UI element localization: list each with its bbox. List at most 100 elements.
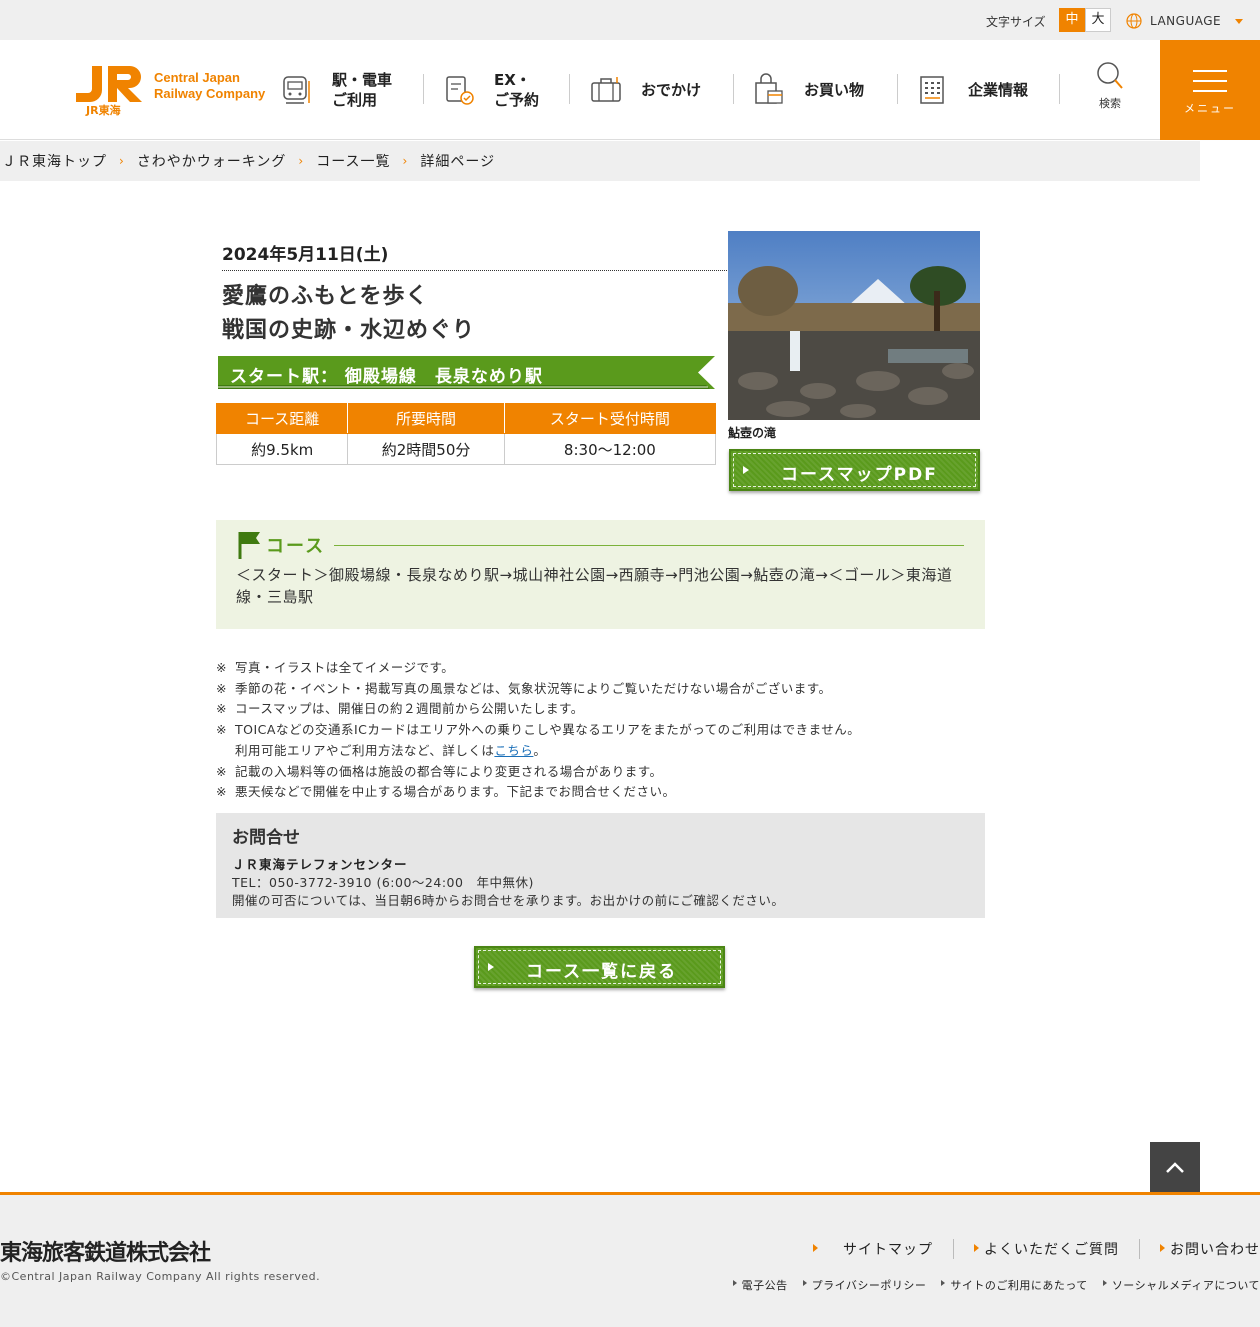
nav-divider: [897, 74, 898, 104]
utility-bar: 文字サイズ 中 大 LANGUAGE: [0, 0, 1260, 40]
font-size-medium-button[interactable]: 中: [1059, 8, 1085, 32]
divider: [334, 545, 964, 546]
footer-link-label: お問い合わせ: [1170, 1242, 1260, 1258]
note-text: 季節の花・イベント・掲載写真の風景などは、気象状況等によりご覧いただけない場合が…: [235, 680, 832, 696]
nav-label: ご利用: [332, 91, 378, 109]
breadcrumb-item-top[interactable]: ＪＲ東海トップ: [2, 151, 107, 171]
chevron-right-icon: ›: [119, 154, 125, 168]
notes-list: ※ 写真・イラストは全てイメージです。 ※ 季節の花・イベント・掲載写真の風景などは…: [216, 658, 860, 803]
search-button[interactable]: 検索: [1082, 60, 1138, 111]
back-to-course-list-button[interactable]: コース一覧に戻る: [474, 946, 725, 988]
note-item: ※ 季節の花・イベント・掲載写真の風景などは、気象状況等によりご覧いただけない場合…: [216, 679, 860, 700]
start-station-text: スタート駅： 御殿場線 長泉なめり駅: [230, 367, 543, 387]
note-mark: ※: [216, 722, 227, 738]
nav-station-train[interactable]: 駅・電車 ご利用: [280, 40, 392, 140]
footer-link-social-media[interactable]: ソーシャルメディアについて: [1102, 1277, 1260, 1293]
globe-icon: [1126, 13, 1142, 29]
start-station-band: スタート駅： 御殿場線 長泉なめり駅: [218, 356, 715, 389]
suitcase-icon: [591, 77, 621, 102]
nav-label: 企業情報: [968, 81, 1029, 99]
logo-text-line1: Central Japan: [154, 70, 240, 85]
site-footer: 東海旅客鉄道株式会社 ©Central Japan Railway Compan…: [0, 1192, 1260, 1327]
ticket-check-icon: [446, 76, 474, 105]
footer-link-contact[interactable]: お問い合わせ: [1139, 1239, 1260, 1259]
shopping-bag-icon: [755, 73, 783, 104]
jr-logo-mark: JR東海: [76, 66, 142, 117]
note-mark: ※: [216, 701, 227, 717]
nav-corporate[interactable]: 企業情報: [916, 40, 1028, 140]
page-top-button[interactable]: [1150, 1142, 1200, 1192]
footer-link-faq[interactable]: よくいただくご質問: [953, 1239, 1119, 1259]
copyright: ©Central Japan Railway Company All right…: [0, 1270, 321, 1283]
jr-central-logo[interactable]: JR東海 Central Japan Railway Company: [70, 64, 275, 118]
note-text: 写真・イラストは全てイメージです。: [235, 660, 455, 675]
nav-label: おでかけ: [641, 81, 702, 99]
chevron-right-icon: ›: [402, 154, 409, 168]
search-icon: [1097, 62, 1123, 89]
language-selector[interactable]: LANGUAGE: [1126, 12, 1244, 30]
footer-link-label: よくいただくご質問: [984, 1242, 1119, 1258]
nav-divider: [1059, 74, 1060, 104]
chevron-down-icon: [1235, 18, 1244, 24]
breadcrumb-item-walking[interactable]: さわやかウォーキング: [137, 151, 287, 171]
course-map-pdf-button[interactable]: コースマップPDF: [729, 449, 980, 491]
note-mark: ※: [216, 660, 227, 675]
nav-shopping[interactable]: お買い物: [752, 40, 864, 140]
corporate-name: 東海旅客鉄道株式会社: [0, 1241, 211, 1266]
event-date: 2024年5月11日(土): [222, 245, 389, 265]
table-header-duration: 所要時間: [347, 403, 505, 434]
contact-tel: TEL：050-3772-3910 (6:00～24:00 年中無休): [232, 875, 534, 890]
note-text: 悪天候などで開催を中止する場合があります。下記までお問合せください。: [235, 784, 676, 800]
divider: [222, 270, 727, 271]
course-info-table: コース距離 所要時間 スタート受付時間 約9.5km 約2時間50分 8:30～…: [215, 403, 717, 465]
play-arrow-icon: [488, 963, 494, 971]
nav-label: お買い物: [804, 81, 865, 99]
nav-ex-reservation[interactable]: EX・ ご予約: [442, 40, 539, 140]
note-mark: ※: [216, 784, 227, 800]
note-item: ※ TOICAなどの交通系ICカードはエリア外への乗りこしや異なるエリアをまたがっ…: [216, 720, 860, 741]
contact-note: 開催の可否については、当日朝6時からお問合せを承ります。お出かけの前にご確認くだ…: [232, 893, 785, 908]
chevron-up-icon: [1166, 1162, 1184, 1173]
footer-link-sitemap[interactable]: サイトマップ: [813, 1239, 933, 1259]
event-title-line2: 戦国の史跡・水辺めぐり: [222, 318, 476, 343]
breadcrumb: ＪＲ東海トップ › さわやかウォーキング › コース一覧 › 詳細ページ: [0, 141, 1200, 181]
language-label: LANGUAGE: [1150, 14, 1222, 28]
train-icon: [283, 76, 310, 104]
font-size-large-button[interactable]: 大: [1085, 8, 1111, 32]
logo-jr-label: JR東海: [85, 103, 121, 117]
nav-divider: [733, 74, 734, 104]
contact-heading: お問合せ: [232, 828, 300, 848]
course-section: コース ＜スタート＞御殿場線・長泉なめり駅→城山神社公園→西願寺→門池公園→鮎壺…: [216, 520, 985, 629]
photo-caption: 鮎壺の滝: [728, 426, 777, 440]
note-item: ※ 悪天候などで開催を中止する場合があります。下記までお問合せください。: [216, 782, 860, 803]
back-button-label: コース一覧に戻る: [526, 962, 678, 982]
course-heading: コース: [266, 536, 326, 557]
table-header-distance: コース距離: [215, 403, 349, 434]
nav-outing[interactable]: おでかけ: [589, 40, 701, 140]
site-header: JR東海 Central Japan Railway Company 駅・電車ご…: [0, 40, 1260, 140]
event-title: 愛鷹のふもとを歩く 戦国の史跡・水辺めぐり: [222, 280, 475, 348]
play-arrow-icon: [743, 466, 749, 474]
note-text: 利用可能エリアやご利用方法など、詳しくはこちら。: [235, 741, 546, 762]
footer-link-label: サイトマップ: [843, 1242, 933, 1258]
logo-text: Central Japan Railway Company: [154, 70, 265, 102]
building-icon: [920, 76, 944, 104]
footer-main-links: サイトマップ よくいただくご質問 お問い合わせ: [813, 1239, 1260, 1259]
nav-divider: [423, 74, 424, 104]
note-item: ※ コースマップは、開催日の約２週間前から公開いたします。: [216, 699, 860, 720]
breadcrumb-item-course-list[interactable]: コース一覧: [316, 151, 390, 171]
contact-center: ＪＲ東海テレフォンセンター: [232, 857, 408, 872]
menu-button[interactable]: メニュー: [1160, 40, 1260, 140]
footer-link-terms[interactable]: サイトのご利用にあたって: [941, 1277, 1087, 1293]
table-cell-start-time: 8:30～12:00: [503, 433, 717, 465]
note-text: TOICAなどの交通系ICカードはエリア外への乗りこしや異なるエリアをまたがって…: [235, 722, 861, 738]
footer-link-privacy[interactable]: プライバシーポリシー: [802, 1277, 927, 1293]
ic-card-info-link[interactable]: こちら: [494, 743, 533, 758]
note-text-part: 利用可能エリアやご利用方法など、詳しくは: [235, 742, 495, 758]
pdf-button-label: コースマップPDF: [781, 465, 938, 485]
footer-link-public-notice[interactable]: 電子公告: [732, 1277, 788, 1293]
note-text-part: 。: [533, 742, 547, 758]
nav-divider: [569, 74, 570, 104]
chevron-right-icon: ›: [298, 154, 305, 168]
event-title-line1: 愛鷹のふもとを歩く: [222, 284, 429, 309]
